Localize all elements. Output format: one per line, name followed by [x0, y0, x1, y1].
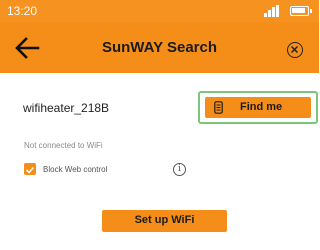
battery-icon	[290, 6, 312, 16]
connection-status: Not connected to WiFi	[24, 141, 103, 150]
block-web-control-checkbox[interactable]	[24, 163, 36, 175]
find-me-label: Find me	[240, 101, 283, 113]
close-button[interactable]	[287, 42, 303, 58]
heater-icon	[214, 101, 223, 114]
setup-wifi-label: Set up WiFi	[134, 214, 195, 226]
find-me-button[interactable]: Find me	[205, 97, 311, 118]
app-bar: SunWAY Search	[0, 22, 319, 73]
page-title: SunWAY Search	[101, 39, 218, 56]
find-me-highlight: Find me	[198, 91, 318, 124]
setup-wifi-button[interactable]: Set up WiFi	[102, 210, 227, 232]
block-web-control-label: Block Web control	[43, 165, 108, 174]
close-icon	[290, 45, 299, 54]
device-name: wifiheater_218B	[23, 101, 110, 115]
signal-icon	[264, 5, 280, 17]
status-time: 13:20	[7, 4, 38, 18]
checkmark-icon	[25, 166, 35, 174]
info-icon[interactable]	[173, 163, 186, 176]
status-bar: 13:20	[0, 0, 319, 22]
